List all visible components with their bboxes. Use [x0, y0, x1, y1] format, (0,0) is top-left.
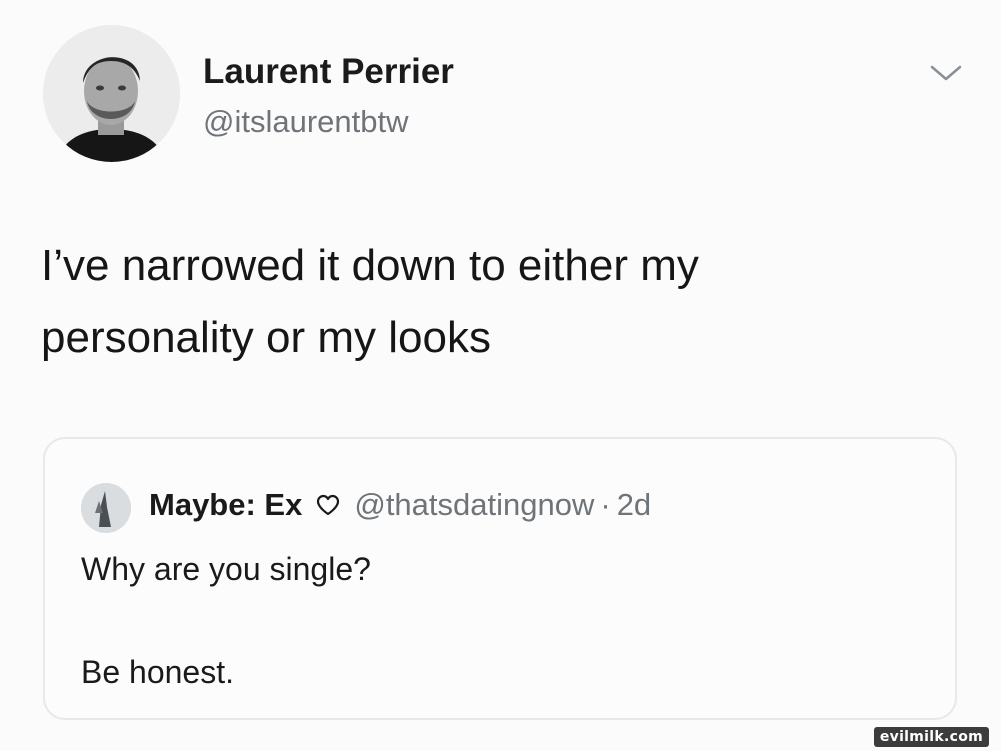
quoted-tweet-line: Why are you single? [81, 551, 371, 587]
chevron-down-icon[interactable] [928, 61, 964, 85]
quoted-author-name[interactable]: Maybe: Ex [149, 487, 302, 523]
quoted-author-handle[interactable]: @thatsdatingnow [354, 487, 594, 523]
quoted-tweet-card[interactable]: Maybe: Ex @thatsdatingnow · 2d Why are y… [43, 437, 957, 720]
profile-photo-icon [81, 483, 131, 533]
quoted-tweet-time[interactable]: 2d [617, 487, 651, 523]
watermark: evilmilk.com [873, 727, 989, 747]
author-avatar[interactable] [43, 25, 180, 162]
tweet-text-line: I’ve narrowed it down to either my [41, 241, 699, 290]
author-name[interactable]: Laurent Perrier [203, 52, 454, 92]
tweet-text-line: personality or my looks [41, 313, 491, 362]
tweet-text: I’ve narrowed it down to either my perso… [41, 230, 941, 374]
quoted-tweet-line: Be honest. [81, 654, 234, 690]
profile-photo-icon [43, 25, 180, 162]
quoted-author-avatar[interactable] [81, 483, 131, 533]
quoted-tweet-header: Maybe: Ex @thatsdatingnow · 2d [149, 483, 651, 527]
separator-dot: · [600, 487, 611, 522]
author-handle[interactable]: @itslaurentbtw [203, 104, 409, 140]
heart-outline-icon [316, 494, 340, 516]
tweet-screenshot: Laurent Perrier @itslaurentbtw I’ve narr… [0, 0, 1001, 751]
